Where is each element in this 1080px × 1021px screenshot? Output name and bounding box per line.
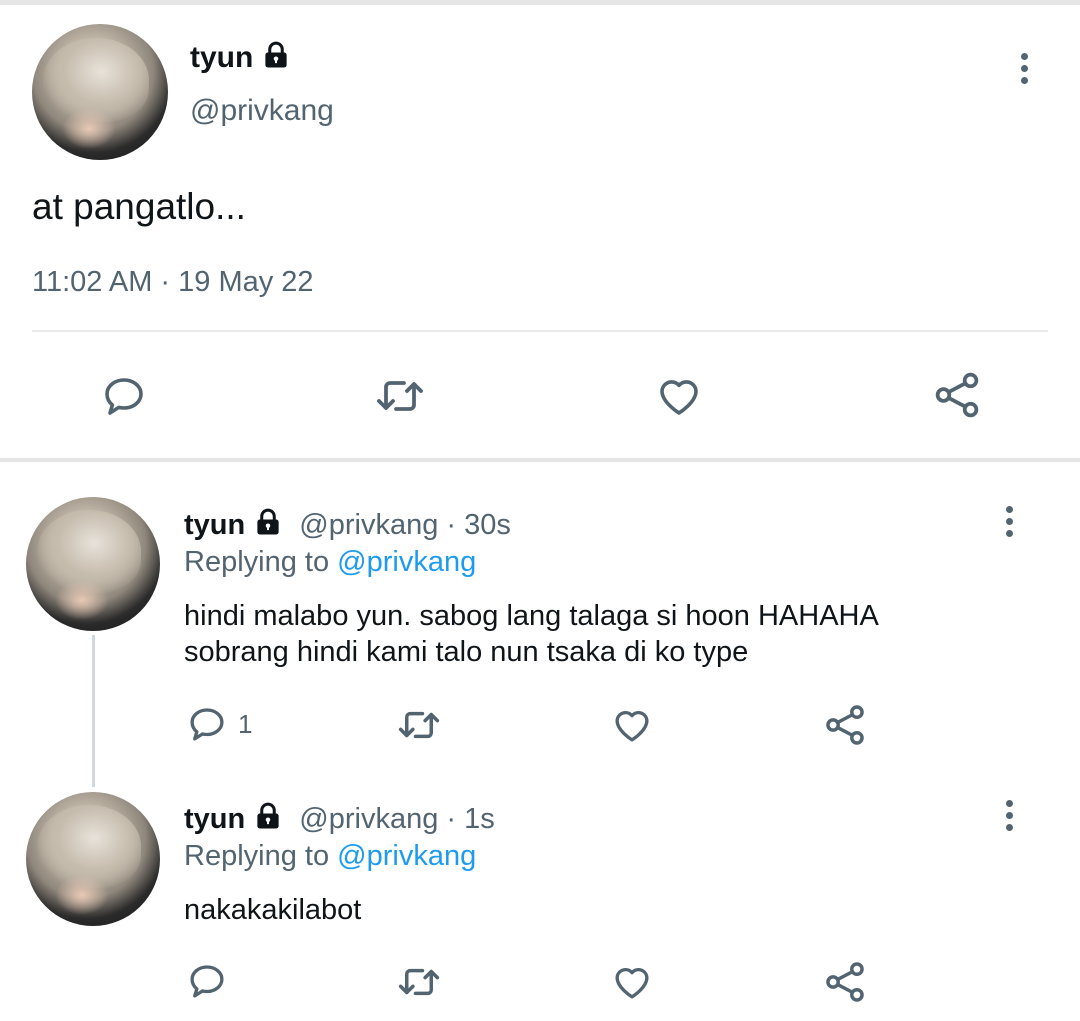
lock-icon <box>261 40 291 78</box>
like-icon <box>660 380 698 415</box>
handle[interactable]: @privkang <box>190 94 334 128</box>
display-name[interactable]: tyun <box>190 40 291 78</box>
thread-connector-line <box>92 635 95 787</box>
retweet-icon <box>398 711 440 739</box>
share-icon <box>935 372 979 418</box>
mention-link[interactable]: @privkang <box>337 840 476 872</box>
retweet-button[interactable] <box>374 372 426 420</box>
tweet-text: nakakakilabot <box>184 894 362 926</box>
relative-time[interactable]: · 1s <box>446 803 494 835</box>
like-icon <box>615 711 649 742</box>
reply-count: 1 <box>238 708 253 739</box>
share-icon <box>826 705 864 745</box>
more-options-icon[interactable] <box>1003 506 1015 537</box>
more-options-icon[interactable] <box>1003 800 1015 831</box>
avatar[interactable] <box>26 497 160 631</box>
avatar[interactable] <box>26 792 160 926</box>
timestamp[interactable]: 11:02 AM · 19 May 22 <box>32 266 314 299</box>
like-button[interactable] <box>610 704 654 746</box>
replying-to: Replying to @privkang <box>184 546 477 578</box>
share-button[interactable] <box>932 370 982 420</box>
handle[interactable]: @privkang <box>299 803 438 835</box>
divider <box>32 330 1048 332</box>
retweet-icon <box>398 968 440 996</box>
reply-button[interactable] <box>186 960 228 1002</box>
reply-header: tyun @privkang · 30s <box>184 507 511 545</box>
handle[interactable]: @privkang <box>299 509 438 541</box>
like-button[interactable] <box>610 961 654 1003</box>
share-button[interactable] <box>823 960 867 1004</box>
more-options-icon[interactable] <box>1018 53 1030 84</box>
display-name-text: tyun <box>190 41 254 74</box>
display-name[interactable]: tyun <box>184 803 245 835</box>
display-name[interactable]: tyun <box>184 509 245 541</box>
top-border <box>0 0 1080 5</box>
retweet-icon <box>377 381 423 411</box>
tweet-text: at pangatlo... <box>32 186 246 227</box>
replying-to: Replying to @privkang <box>184 840 477 872</box>
relative-time[interactable]: · 30s <box>446 509 510 541</box>
tweet-text-line: sobrang hindi kami talo nun tsaka di ko … <box>184 636 749 668</box>
reply-icon <box>190 965 224 998</box>
tweet-text: hindi malabo yun. sabog lang talaga si h… <box>184 598 879 670</box>
lock-icon <box>253 507 283 545</box>
reply-header: tyun @privkang · 1s <box>184 801 495 839</box>
like-button[interactable] <box>654 372 704 420</box>
lock-icon <box>253 801 283 839</box>
reply-button[interactable] <box>100 372 148 420</box>
reply-button[interactable]: 1 <box>186 703 252 745</box>
avatar[interactable] <box>32 24 168 160</box>
retweet-button[interactable] <box>396 961 442 1003</box>
section-separator <box>0 458 1080 462</box>
tweet-text-line: hindi malabo yun. sabog lang talaga si h… <box>184 600 879 632</box>
reply-icon <box>105 378 143 415</box>
retweet-button[interactable] <box>396 704 442 746</box>
reply-icon <box>190 708 224 741</box>
mention-link[interactable]: @privkang <box>337 546 476 578</box>
share-button[interactable] <box>823 703 867 747</box>
like-icon <box>615 968 649 999</box>
share-icon <box>826 962 864 1002</box>
